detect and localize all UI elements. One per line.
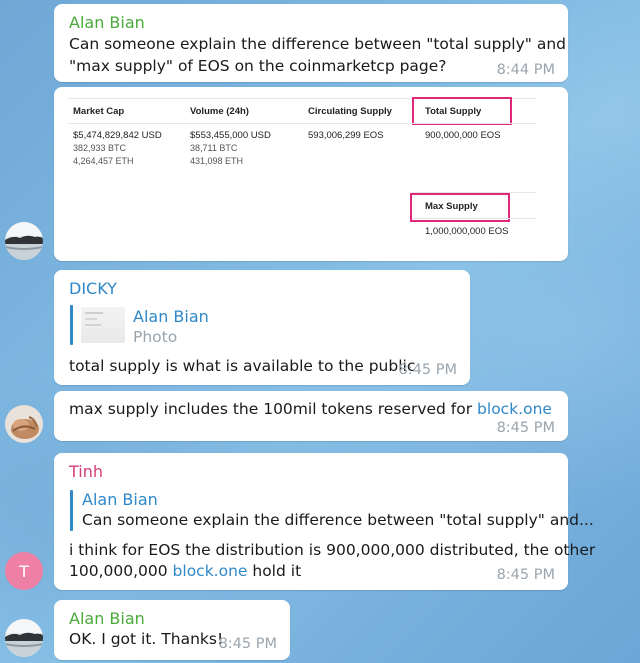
landscape-avatar-icon bbox=[5, 619, 43, 657]
avatar-alan[interactable] bbox=[5, 619, 43, 657]
message-time: 8:45 PM bbox=[496, 567, 555, 583]
message-time: 8:44 PM bbox=[496, 62, 555, 78]
reply-preview: Photo bbox=[133, 328, 178, 346]
message-time: 8:45 PM bbox=[218, 636, 277, 652]
message-text-line: i think for EOS the distribution is 900,… bbox=[69, 541, 596, 559]
sender-name[interactable]: Alan Bian bbox=[69, 609, 145, 628]
message-bubble-dicky[interactable]: DICKY Alan Bian Photo total supply is wh… bbox=[54, 270, 470, 385]
volume-usd: $553,455,000 USD bbox=[190, 130, 271, 141]
message-bubble-alan-2[interactable]: Alan Bian OK. I got it. Thanks! 8:45 PM bbox=[54, 600, 290, 660]
total-supply-value: 900,000,000 EOS bbox=[425, 130, 501, 141]
reply-author[interactable]: Alan Bian bbox=[133, 307, 209, 326]
avatar-letter: T bbox=[19, 561, 29, 581]
max-supply-value: 1,000,000,000 EOS bbox=[425, 226, 509, 237]
market-cap-btc: 382,933 BTC bbox=[73, 143, 127, 153]
message-time: 8:45 PM bbox=[398, 362, 457, 378]
reply-bar bbox=[70, 305, 73, 345]
header-market-cap: Market Cap bbox=[73, 106, 125, 117]
sender-name[interactable]: DICKY bbox=[69, 279, 117, 298]
message-text: OK. I got it. Thanks! bbox=[69, 630, 224, 648]
landscape-avatar-icon bbox=[5, 222, 43, 260]
reply-bar bbox=[70, 490, 73, 531]
header-circulating: Circulating Supply bbox=[308, 106, 392, 117]
message-time: 8:45 PM bbox=[496, 420, 555, 436]
header-volume: Volume (24h) bbox=[190, 106, 249, 117]
volume-btc: 38,711 BTC bbox=[190, 143, 238, 153]
market-cap-eth: 4,264,457 ETH bbox=[73, 156, 134, 166]
message-text: max supply includes the 100mil tokens re… bbox=[69, 400, 552, 418]
market-cap-usd: $5,474,829,842 USD bbox=[73, 130, 162, 141]
reply-photo-thumbnail[interactable] bbox=[81, 307, 125, 343]
sender-name[interactable]: Alan Bian bbox=[69, 13, 145, 32]
message-text: total supply is what is available to the… bbox=[69, 357, 416, 375]
sender-name[interactable]: Tinh bbox=[69, 462, 103, 481]
circulating-value: 593,006,299 EOS bbox=[308, 130, 384, 141]
message-bubble-dicky-2[interactable]: max supply includes the 100mil tokens re… bbox=[54, 391, 568, 441]
avatar-alan[interactable] bbox=[5, 222, 43, 260]
coinmarketcap-screenshot[interactable]: Market Cap Volume (24h) Circulating Supp… bbox=[54, 87, 568, 261]
message-bubble-tinh[interactable]: Tinh Alan Bian Can someone explain the d… bbox=[54, 453, 595, 590]
message-bubble-alan-1[interactable]: Alan Bian Can someone explain the differ… bbox=[54, 4, 568, 82]
hand-avatar-icon bbox=[5, 405, 43, 443]
volume-eth: 431,098 ETH bbox=[190, 156, 244, 166]
avatar-dicky[interactable] bbox=[5, 405, 43, 443]
message-text-line: Can someone explain the difference betwe… bbox=[69, 35, 566, 53]
message-text-line: 100,000,000 block.one hold it bbox=[69, 562, 302, 580]
highlight-box-total bbox=[412, 97, 512, 125]
avatar-tinh[interactable]: T bbox=[5, 552, 43, 590]
block-one-link[interactable]: block.one bbox=[477, 400, 552, 418]
reply-author[interactable]: Alan Bian bbox=[82, 490, 158, 509]
message-text-line: "max supply" of EOS on the coinmarketcp … bbox=[69, 57, 447, 75]
reply-preview: Can someone explain the difference betwe… bbox=[82, 511, 594, 529]
block-one-link[interactable]: block.one bbox=[173, 562, 248, 580]
photo-message-bubble[interactable]: Market Cap Volume (24h) Circulating Supp… bbox=[54, 87, 568, 261]
